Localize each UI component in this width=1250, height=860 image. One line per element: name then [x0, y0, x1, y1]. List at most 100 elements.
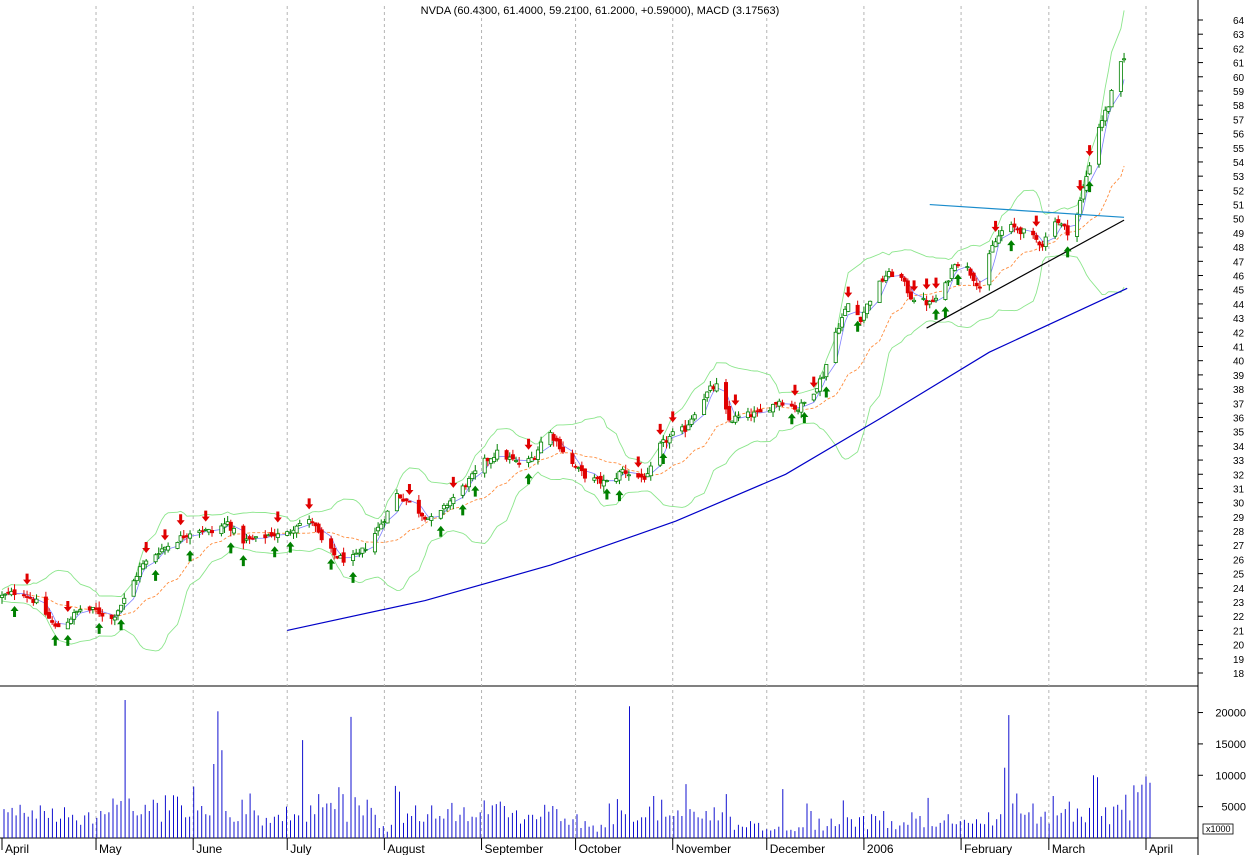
candle-up [1118, 61, 1123, 92]
candle-up [514, 460, 519, 462]
candle-down [200, 530, 205, 533]
candle-down [423, 516, 428, 520]
candle-up [658, 442, 663, 466]
candle-down [789, 403, 794, 407]
candle-up [426, 517, 431, 521]
candle-up [144, 560, 149, 565]
candle-up [266, 534, 271, 537]
candle-down [780, 402, 785, 406]
candle-up [680, 426, 685, 432]
candle-up [946, 280, 951, 283]
y-tick-label: 30 [1233, 499, 1245, 510]
y-tick-label: 39 [1233, 371, 1245, 382]
x-tick-label: June [196, 842, 222, 855]
candle-up [376, 526, 381, 532]
candle-up [307, 519, 312, 525]
y-tick-label: 61 [1233, 59, 1245, 70]
candle-up [178, 535, 183, 542]
candle-up [996, 235, 1001, 244]
candle-up [736, 415, 741, 418]
chart-canvas[interactable]: NVDA (60.4300, 61.4000, 59.2100, 61.2000… [0, 0, 1250, 856]
y-tick-label: 57 [1233, 115, 1245, 126]
y-tick-label: 36 [1233, 413, 1245, 424]
candle-down [570, 453, 575, 465]
candle-down [250, 537, 255, 540]
candle-up [197, 530, 202, 534]
candle-up [394, 493, 399, 512]
candle-up [802, 401, 807, 404]
candle-down [551, 434, 556, 441]
candle-up [877, 280, 882, 303]
candle-down [598, 475, 603, 484]
volume-tick-label: 5000 [1222, 802, 1246, 814]
candle-down [94, 607, 99, 610]
candle-up [886, 271, 891, 278]
candle-up [796, 409, 801, 412]
candle-down [1062, 223, 1067, 227]
candle-up [539, 441, 544, 454]
candle-up [134, 576, 139, 582]
candle-up [811, 393, 816, 401]
candle-up [119, 604, 124, 612]
candle-up [445, 505, 450, 509]
y-tick-label: 56 [1233, 130, 1245, 141]
candle-up [883, 275, 888, 281]
candle-down [930, 299, 935, 303]
candle-up [225, 521, 230, 525]
candle-down [858, 316, 863, 322]
candle-down [241, 525, 246, 544]
y-tick-label: 18 [1233, 669, 1245, 680]
candle-up [482, 457, 487, 474]
candle-up [338, 555, 343, 559]
candle-down [880, 278, 885, 282]
candle-up [357, 552, 362, 555]
candle-down [316, 523, 321, 533]
candle-down [905, 280, 910, 294]
candle-up [470, 473, 475, 479]
candle-up [617, 471, 622, 481]
x-tick-label: March [1052, 842, 1085, 855]
candle-down [908, 291, 913, 300]
volume-tick-label: 10000 [1215, 770, 1246, 782]
y-tick-label: 26 [1233, 555, 1245, 566]
y-tick-label: 43 [1233, 314, 1245, 325]
stock-chart[interactable]: NVDA (60.4300, 61.4000, 59.2100, 61.2000… [0, 0, 1250, 856]
candle-down [404, 498, 409, 502]
candle-up [473, 470, 478, 474]
candle-up [1043, 236, 1048, 248]
candle-up [1021, 228, 1026, 234]
candle-up [949, 267, 954, 279]
candle-down [463, 485, 468, 488]
candle-down [50, 620, 55, 623]
candle-down [639, 473, 644, 478]
candle-up [865, 303, 870, 315]
candle-up [1075, 214, 1080, 237]
candle-up [535, 449, 540, 460]
candle-up [526, 458, 531, 463]
y-tick-label: 45 [1233, 286, 1245, 297]
candle-up [382, 521, 387, 524]
y-tick-label: 47 [1233, 257, 1245, 268]
candle-down [47, 612, 52, 619]
candle-up [1109, 90, 1114, 108]
candle-up [34, 598, 39, 604]
candle-down [504, 450, 509, 460]
candle-down [561, 446, 566, 453]
candle-up [686, 424, 691, 431]
y-tick-label: 49 [1233, 229, 1245, 240]
candle-up [592, 477, 597, 481]
candle-up [0, 594, 4, 598]
candle-up [670, 431, 675, 436]
candle-up [379, 523, 384, 530]
candle-up [626, 474, 631, 477]
y-tick-label: 23 [1233, 598, 1245, 609]
candle-down [209, 530, 214, 534]
x-tick-label: October [579, 842, 622, 855]
candle-up [965, 266, 970, 269]
candle-up [604, 480, 609, 482]
candle-down [902, 277, 907, 282]
candle-up [999, 230, 1004, 236]
candle-down [416, 499, 421, 514]
candle-down [53, 623, 58, 627]
x-tick-label: August [387, 842, 425, 855]
